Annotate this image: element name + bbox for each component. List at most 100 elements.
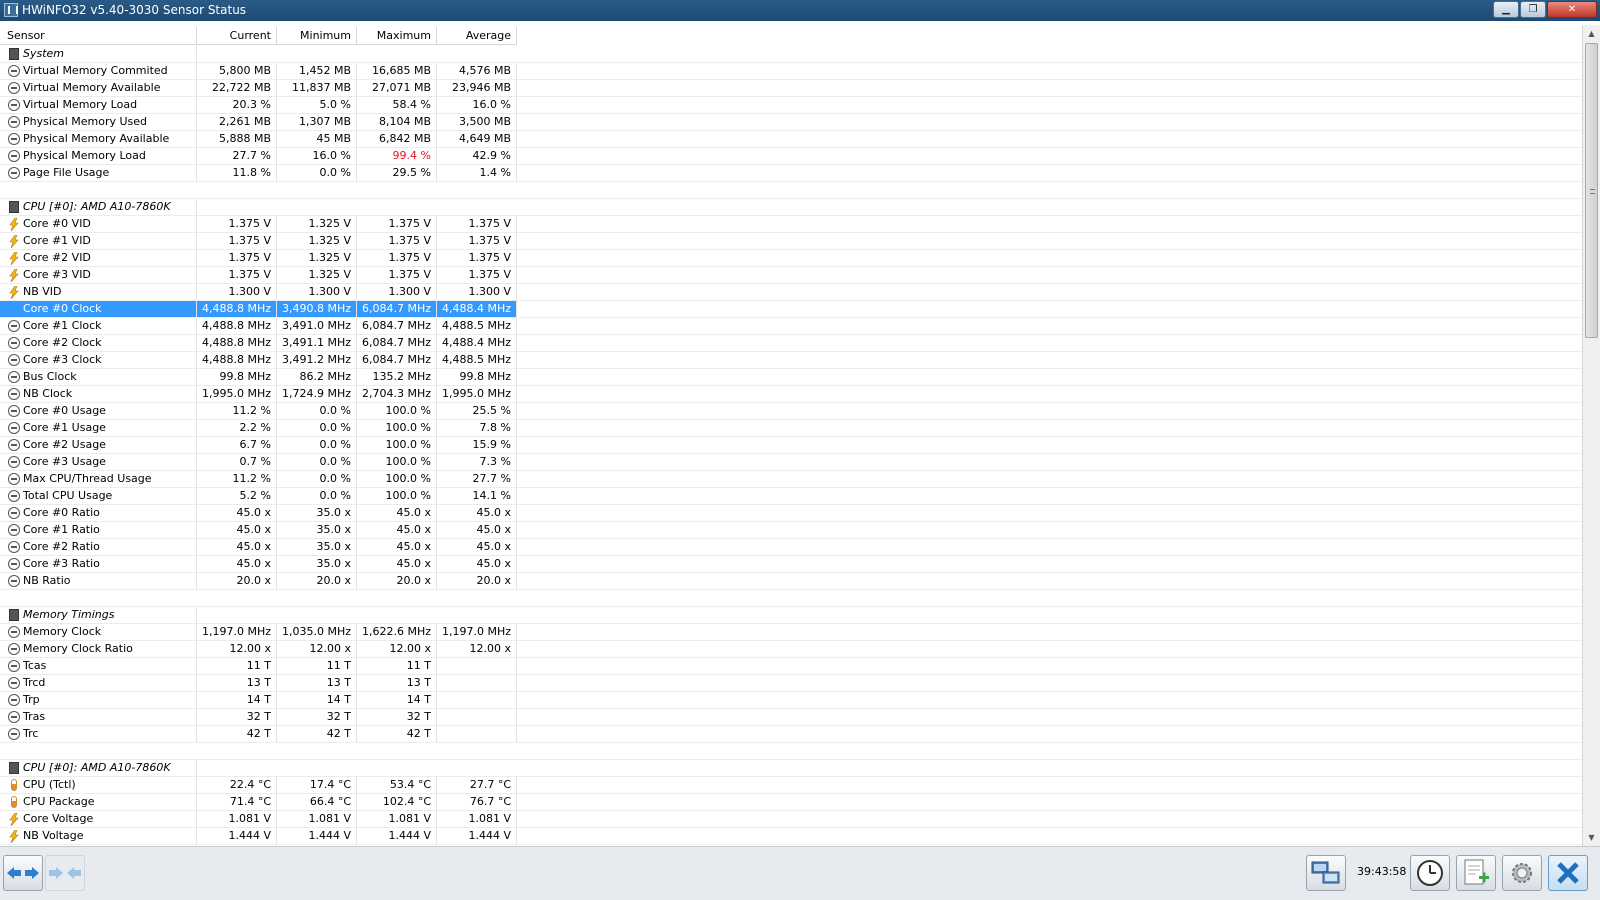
sensor-row-trc[interactable]: Trc 42 T 42 T 42 T <box>0 726 1582 743</box>
sensor-row-page-file-usage[interactable]: Page File Usage 11.8 % 0.0 % 29.5 % 1.4 % <box>0 165 1582 182</box>
sensor-row-core-2-clock[interactable]: Core #2 Clock 4,488.8 MHz 3,491.1 MHz 6,084… <box>0 335 1582 352</box>
vertical-scrollbar[interactable]: ▲ ▼ <box>1582 25 1600 846</box>
scroll-down-arrow-icon[interactable]: ▼ <box>1583 829 1600 846</box>
current-value: 32 T <box>197 709 277 725</box>
group-header-memory-timings[interactable]: Memory Timings <box>0 607 1582 624</box>
sensor-row-tcas[interactable]: Tcas 11 T 11 T 11 T <box>0 658 1582 675</box>
minimum-value: 35.0 x <box>277 556 357 572</box>
sensor-row-core-1-clock[interactable]: Core #1 Clock 4,488.8 MHz 3,491.0 MHz 6,084… <box>0 318 1582 335</box>
sensor-row-trp[interactable]: Trp 14 T 14 T 14 T <box>0 692 1582 709</box>
sensor-row-core-2-ratio[interactable]: Core #2 Ratio 45.0 x 35.0 x 45.0 x 45.0 x <box>0 539 1582 556</box>
sensor-row-core-0-usage[interactable]: Core #0 Usage 11.2 % 0.0 % 100.0 % 25.5 % <box>0 403 1582 420</box>
group-header-cpu-0-amd-a10-7860k[interactable]: CPU [#0]: AMD A10-7860K <box>0 760 1582 777</box>
settings-button[interactable] <box>1502 855 1542 891</box>
sensor-row-virtual-memory-available[interactable]: Virtual Memory Available 22,722 MB 11,837 … <box>0 80 1582 97</box>
sensor-row-cpu-tctl[interactable]: CPU (Tctl) 22.4 °C 17.4 °C 53.4 °C 27.7 °C <box>0 777 1582 794</box>
average-value: 4,488.4 MHz <box>437 335 517 351</box>
sensor-row-core-1-usage[interactable]: Core #1 Usage 2.2 % 0.0 % 100.0 % 7.8 % <box>0 420 1582 437</box>
sensor-table[interactable]: Sensor Current Minimum Maximum Average S… <box>0 25 1582 846</box>
minimum-value: 35.0 x <box>277 539 357 555</box>
sensor-row-nb-voltage[interactable]: NB Voltage 1.444 V 1.444 V 1.444 V 1.444 V <box>0 828 1582 845</box>
sensor-name: CPU (Tctl) <box>0 777 197 793</box>
sensor-row-total-cpu-usage[interactable]: Total CPU Usage 5.2 % 0.0 % 100.0 % 14.1 % <box>0 488 1582 505</box>
current-value: 27.7 % <box>197 148 277 164</box>
sensor-name: Core #0 Ratio <box>0 505 197 521</box>
sensor-row-core-3-clock[interactable]: Core #3 Clock 4,488.8 MHz 3,491.2 MHz 6,084… <box>0 352 1582 369</box>
sensor-row-cpu-package[interactable]: CPU Package 71.4 °C 66.4 °C 102.4 °C 76.7 °C <box>0 794 1582 811</box>
current-value: 13 T <box>197 675 277 691</box>
column-header-maximum[interactable]: Maximum <box>357 27 437 45</box>
sensor-row-nb-clock[interactable]: NB Clock 1,995.0 MHz 1,724.9 MHz 2,704.3 MH… <box>0 386 1582 403</box>
maximize-button[interactable]: ❐ <box>1520 1 1546 18</box>
sensor-row-core-voltage[interactable]: Core Voltage 1.081 V 1.081 V 1.081 V 1.081 V <box>0 811 1582 828</box>
app-icon[interactable] <box>4 3 18 17</box>
sensor-row-core-0-vid[interactable]: Core #0 VID 1.375 V 1.325 V 1.375 V 1.375 V <box>0 216 1582 233</box>
minimum-value: 1.325 V <box>277 216 357 232</box>
sensor-row-physical-memory-used[interactable]: Physical Memory Used 2,261 MB 1,307 MB 8,10… <box>0 114 1582 131</box>
minimum-value: 1.325 V <box>277 267 357 283</box>
current-value: 22.4 °C <box>197 777 277 793</box>
reset-clock-button[interactable] <box>1410 855 1450 891</box>
sensor-row-core-0-ratio[interactable]: Core #0 Ratio 45.0 x 35.0 x 45.0 x 45.0 x <box>0 505 1582 522</box>
network-button[interactable] <box>1306 855 1346 891</box>
minimum-value: 35.0 x <box>277 522 357 538</box>
sensor-name: Trc <box>0 726 197 742</box>
column-header-current[interactable]: Current <box>197 27 277 45</box>
close-sensors-button[interactable] <box>1548 855 1588 891</box>
column-header-sensor[interactable]: Sensor <box>0 27 197 45</box>
average-value <box>437 692 517 708</box>
title-bar[interactable]: HWiNFO32 v5.40-3030 Sensor Status ▁ ❐ ✕ <box>0 0 1600 21</box>
minimum-value: 0.0 % <box>277 454 357 470</box>
sensor-row-memory-clock[interactable]: Memory Clock 1,197.0 MHz 1,035.0 MHz 1,622.… <box>0 624 1582 641</box>
sensor-row-physical-memory-available[interactable]: Physical Memory Available 5,888 MB 45 MB 6,… <box>0 131 1582 148</box>
minimum-value: 13 T <box>277 675 357 691</box>
sensor-row-physical-memory-load[interactable]: Physical Memory Load 27.7 % 16.0 % 99.4 % 42… <box>0 148 1582 165</box>
minimum-value: 3,491.1 MHz <box>277 335 357 351</box>
sensor-row-memory-clock-ratio[interactable]: Memory Clock Ratio 12.00 x 12.00 x 12.00 x1… <box>0 641 1582 658</box>
sensor-row-core-0-clock[interactable]: Core #0 Clock 4,488.8 MHz 3,490.8 MHz 6,084… <box>0 301 1582 318</box>
average-value: 15.9 % <box>437 437 517 453</box>
sensor-row-core-3-vid[interactable]: Core #3 VID 1.375 V 1.325 V 1.375 V 1.375 V <box>0 267 1582 284</box>
sensor-row-nb-vid[interactable]: NB VID 1.300 V 1.300 V 1.300 V 1.300 V <box>0 284 1582 301</box>
scroll-up-arrow-icon[interactable]: ▲ <box>1583 25 1600 42</box>
sensor-row-tras[interactable]: Tras 32 T 32 T 32 T <box>0 709 1582 726</box>
minimum-value: 45 MB <box>277 131 357 147</box>
logging-button[interactable] <box>1456 855 1496 891</box>
sensor-row-nb-ratio[interactable]: NB Ratio 20.0 x 20.0 x 20.0 x 20.0 x <box>0 573 1582 590</box>
group-header-system[interactable]: System <box>0 46 1582 63</box>
current-value: 1.375 V <box>197 233 277 249</box>
average-value: 1.300 V <box>437 284 517 300</box>
sensor-name: CPU [#0]: AMD A10-7860K <box>0 760 197 776</box>
maximum-value: 6,084.7 MHz <box>357 301 437 317</box>
average-value <box>437 709 517 725</box>
sensor-row-core-2-vid[interactable]: Core #2 VID 1.375 V 1.325 V 1.375 V 1.375 V <box>0 250 1582 267</box>
sensor-name: NB VID <box>0 284 197 300</box>
sensor-row-core-2-usage[interactable]: Core #2 Usage 6.7 % 0.0 % 100.0 % 15.9 % <box>0 437 1582 454</box>
close-button[interactable]: ✕ <box>1547 1 1597 18</box>
sensor-name: Core #3 Clock <box>0 352 197 368</box>
column-header-average[interactable]: Average <box>437 27 517 45</box>
window-title: HWiNFO32 v5.40-3030 Sensor Status <box>22 3 247 17</box>
sensor-row-bus-clock[interactable]: Bus Clock 99.8 MHz 86.2 MHz 135.2 MHz 99.8 M… <box>0 369 1582 386</box>
current-value: 1.081 V <box>197 811 277 827</box>
scroll-thumb[interactable] <box>1585 43 1598 338</box>
average-value: 4,488.5 MHz <box>437 352 517 368</box>
scroll-grip-icon <box>1590 189 1595 194</box>
sensor-row-core-1-vid[interactable]: Core #1 VID 1.375 V 1.325 V 1.375 V 1.375 V <box>0 233 1582 250</box>
sensor-row-virtual-memory-commited[interactable]: Virtual Memory Commited 5,800 MB 1,452 MB 1… <box>0 63 1582 80</box>
add-log-file-icon <box>1464 859 1489 885</box>
sensor-row-virtual-memory-load[interactable]: Virtual Memory Load 20.3 % 5.0 % 58.4 % 16.0… <box>0 97 1582 114</box>
sensor-row-core-3-usage[interactable]: Core #3 Usage 0.7 % 0.0 % 100.0 % 7.3 % <box>0 454 1582 471</box>
navigate-arrows-button[interactable] <box>3 855 43 891</box>
sensor-row-trcd[interactable]: Trcd 13 T 13 T 13 T <box>0 675 1582 692</box>
sensor-row-core-1-ratio[interactable]: Core #1 Ratio 45.0 x 35.0 x 45.0 x 45.0 x <box>0 522 1582 539</box>
sensor-row-core-3-ratio[interactable]: Core #3 Ratio 45.0 x 35.0 x 45.0 x 45.0 x <box>0 556 1582 573</box>
collapse-arrows-button[interactable] <box>45 855 85 891</box>
column-header-minimum[interactable]: Minimum <box>277 27 357 45</box>
sensor-name: Trp <box>0 692 197 708</box>
minimize-button[interactable]: ▁ <box>1493 1 1519 18</box>
minimum-value: 42 T <box>277 726 357 742</box>
sensor-name: NB Clock <box>0 386 197 402</box>
group-header-cpu-0-amd-a10-7860k[interactable]: CPU [#0]: AMD A10-7860K <box>0 199 1582 216</box>
sensor-row-max-cpu-thread-usage[interactable]: Max CPU/Thread Usage 11.2 % 0.0 % 100.0 % 27… <box>0 471 1582 488</box>
